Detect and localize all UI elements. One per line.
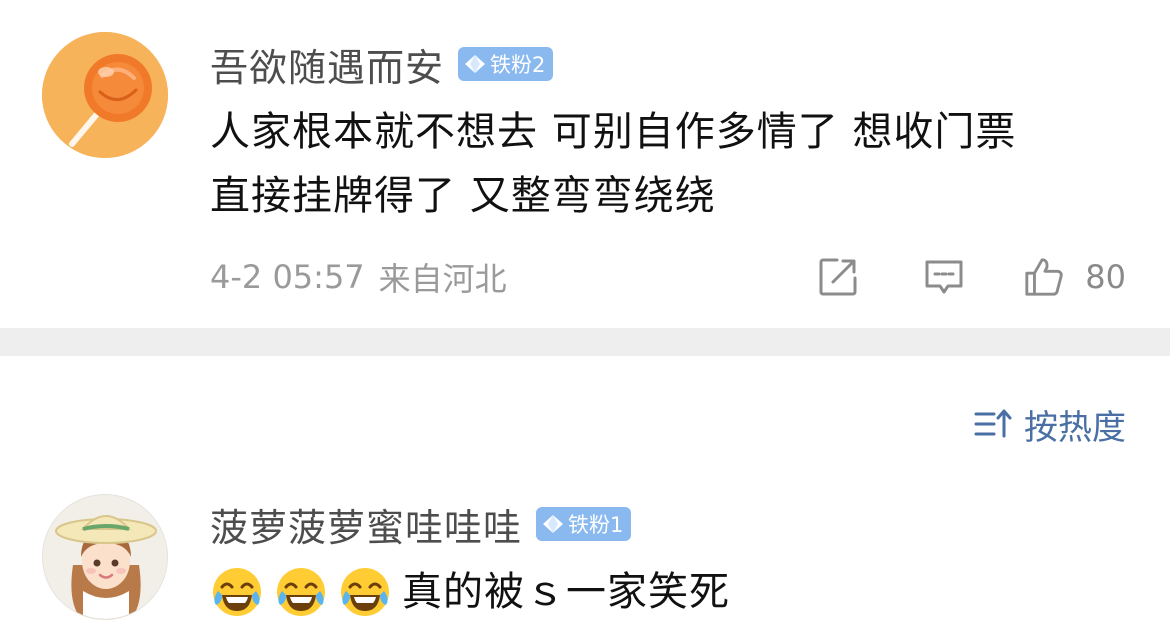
comment-meta: 4-2 05:57 来自河北 80: [210, 252, 1126, 302]
diamond-icon: [543, 515, 564, 533]
comment-date: 4-2 05:57: [210, 258, 365, 296]
comment-text: 真的被ｓ一家笑死: [210, 562, 1140, 622]
section-divider: [0, 328, 1170, 356]
badge-label: 铁粉1: [568, 513, 624, 537]
thumbs-up-icon[interactable]: [1023, 256, 1065, 298]
sort-icon: [974, 409, 1012, 438]
badge-label: 铁粉2: [490, 53, 546, 77]
laughing-crying-emoji: [213, 568, 261, 616]
comment-item: 吾欲随遇而安 铁粉2 人家根本就不想去 可别自作多情了 想收门票 直接挂牌得了 …: [0, 0, 1170, 328]
comment-line: 直接挂牌得了 又整弯弯绕绕: [210, 173, 716, 219]
comment-item: 菠萝菠萝蜜哇哇哇 铁粉1 真的被ｓ一家笑死: [0, 480, 1170, 640]
sort-label: 按热度: [1024, 407, 1126, 448]
lollipop-avatar[interactable]: [42, 32, 168, 158]
comment-text: 人家根本就不想去 可别自作多情了 想收门票 直接挂牌得了 又整弯弯绕绕: [210, 100, 1140, 228]
username[interactable]: 菠萝菠萝蜜哇哇哇: [210, 497, 522, 552]
comment-header: 吾欲随遇而安 铁粉2: [210, 34, 554, 94]
fan-badge[interactable]: 铁粉2: [458, 47, 554, 81]
laughing-crying-emoji: [277, 568, 325, 616]
comment-location: 来自河北: [378, 260, 507, 298]
comment-line: 人家根本就不想去 可别自作多情了 想收门票: [210, 109, 1017, 155]
fan-badge[interactable]: 铁粉1: [536, 507, 632, 541]
laughing-crying-emoji: [341, 568, 389, 616]
comment-icon[interactable]: [923, 256, 965, 298]
username[interactable]: 吾欲随遇而安: [210, 37, 444, 92]
comment-line: 真的被ｓ一家笑死: [402, 569, 730, 615]
comment-header: 菠萝菠萝蜜哇哇哇 铁粉1: [210, 494, 632, 554]
girl-with-hat-avatar[interactable]: [42, 494, 168, 620]
share-icon[interactable]: [817, 256, 859, 298]
diamond-icon: [465, 55, 486, 73]
comment-actions: 80: [817, 256, 1126, 298]
like-count: 80: [1085, 258, 1126, 296]
sort-button[interactable]: 按热度: [974, 396, 1126, 452]
